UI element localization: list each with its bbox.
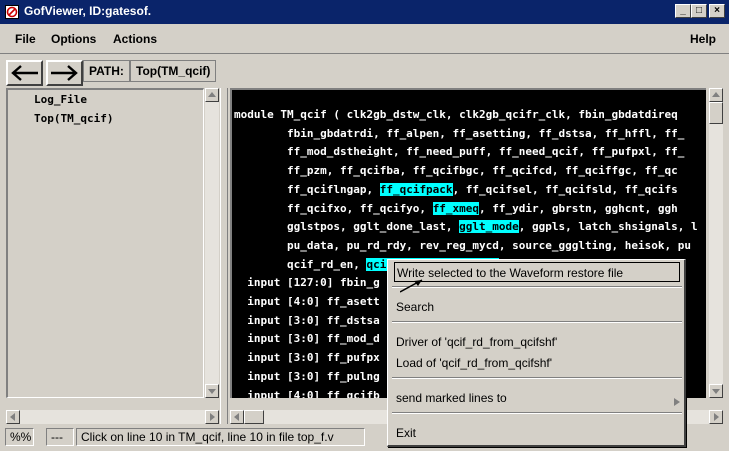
code-text[interactable]: qcif_rd_en, xyxy=(234,258,366,271)
menu-separator xyxy=(392,286,682,288)
mouse-cursor-icon xyxy=(399,278,424,297)
menu-item-driver-of[interactable]: Driver of 'qcif_rd_from_qcifshf' xyxy=(394,332,680,352)
menu-item-send-marked[interactable]: send marked lines to xyxy=(394,388,680,408)
code-text[interactable]: ff_pzm, ff_qcifba, ff_qcifbgc, ff_qcifcd… xyxy=(234,164,678,177)
scroll-down-icon[interactable] xyxy=(709,384,723,398)
highlighted-signal[interactable]: ff_qcifpack xyxy=(379,182,453,196)
code-line[interactable]: input [3:0] ff_dstsa xyxy=(234,314,379,332)
code-text[interactable]: , ff_ydir, gbrstn, gghcnt, ggh xyxy=(479,202,678,215)
back-button[interactable] xyxy=(6,60,43,86)
code-line[interactable]: input [3:0] ff_pufpx xyxy=(234,351,379,369)
scroll-thumb[interactable] xyxy=(709,102,723,124)
code-line[interactable]: pu_data, pu_rd_rdy, rev_reg_mycd, source… xyxy=(234,239,691,257)
tree-item-top[interactable]: Top(TM_qcif) xyxy=(34,112,113,125)
code-line[interactable]: input [3:0] ff_pulng xyxy=(234,370,379,388)
code-text[interactable]: ff_qcifxo, ff_qcifyo, xyxy=(234,202,433,215)
scroll-down-icon[interactable] xyxy=(205,384,219,398)
maximize-button[interactable]: □ xyxy=(691,4,707,18)
menu-file[interactable]: File xyxy=(15,32,36,46)
path-label: PATH: xyxy=(83,60,130,82)
scroll-up-icon[interactable] xyxy=(709,88,723,102)
code-line[interactable]: input [4:0] ff_qcifb xyxy=(234,389,379,399)
menu-item-search[interactable]: Search xyxy=(394,297,680,317)
scroll-right-icon[interactable] xyxy=(709,410,723,424)
code-text[interactable]: ff_mod_dstheight, ff_need_puff, ff_need_… xyxy=(234,145,684,158)
menu-separator xyxy=(392,321,682,323)
tree-item-log-file[interactable]: Log_File xyxy=(34,93,87,106)
app-logo-icon xyxy=(5,5,19,19)
pane-splitter[interactable] xyxy=(220,88,228,424)
code-line[interactable]: module TM_qcif ( clk2gb_dstw_clk, clk2gb… xyxy=(234,108,678,126)
code-line[interactable]: input [127:0] fbin_g xyxy=(234,276,379,294)
code-vertical-scrollbar[interactable] xyxy=(709,88,723,398)
menu-item-write-selected[interactable]: Write selected to the Waveform restore f… xyxy=(394,262,680,282)
minimize-button[interactable]: _ xyxy=(675,4,691,18)
menu-separator xyxy=(392,412,682,414)
menu-item-load-of[interactable]: Load of 'qcif_rd_from_qcifshf' xyxy=(394,353,680,373)
code-text[interactable]: , ggpls, latch_shsignals, l xyxy=(519,220,698,233)
close-button[interactable]: × xyxy=(709,4,725,18)
scroll-left-icon[interactable] xyxy=(6,410,20,424)
code-line[interactable]: ff_mod_dstheight, ff_need_puff, ff_need_… xyxy=(234,145,684,163)
menu-item-exit[interactable]: Exit xyxy=(394,423,680,443)
title-bar: GofViewer, ID:gatesof. _ □ × xyxy=(0,0,729,24)
code-text[interactable]: input [4:0] ff_asett xyxy=(234,295,379,308)
highlighted-signal[interactable]: gglt_mode xyxy=(459,220,519,234)
scroll-up-icon[interactable] xyxy=(205,88,219,102)
code-text[interactable]: pu_data, pu_rd_rdy, rev_reg_mycd, source… xyxy=(234,239,691,252)
code-line[interactable]: ff_qcifxo, ff_qcifyo, ff_xmeq, ff_ydir, … xyxy=(234,201,678,220)
code-line[interactable]: ff_qciflngap, ff_qcifpack, ff_qcifsel, f… xyxy=(234,182,678,201)
code-text[interactable]: ff_qciflngap, xyxy=(234,183,380,196)
code-line[interactable]: ff_pzm, ff_qcifba, ff_qcifbgc, ff_qcifcd… xyxy=(234,164,678,182)
code-text[interactable]: input [3:0] ff_pulng xyxy=(234,370,379,383)
tree-vertical-scrollbar[interactable] xyxy=(205,88,219,398)
menu-separator xyxy=(392,377,682,379)
scroll-right-icon[interactable] xyxy=(205,410,219,424)
status-dashes: --- xyxy=(46,428,74,446)
code-text[interactable]: input [3:0] ff_dstsa xyxy=(234,314,379,327)
code-line[interactable]: gglstpos, gglt_done_last, gglt_mode, ggp… xyxy=(234,220,698,238)
scroll-left-icon[interactable] xyxy=(230,410,244,424)
highlighted-signal[interactable]: ff_xmeq xyxy=(432,201,480,215)
menu-actions[interactable]: Actions xyxy=(113,32,157,46)
code-line[interactable]: input [4:0] ff_asett xyxy=(234,295,379,313)
code-line[interactable]: fbin_gbdatrdi, ff_alpen, ff_asetting, ff… xyxy=(234,127,684,145)
code-text[interactable]: , ff_qcifsel, ff_qcifsld, ff_qcifs xyxy=(453,183,678,196)
code-text[interactable]: gglstpos, gglt_done_last, xyxy=(234,220,459,233)
forward-button[interactable] xyxy=(46,60,83,86)
status-message: Click on line 10 in TM_qcif, line 10 in … xyxy=(76,428,365,446)
code-text[interactable]: input [3:0] ff_pufpx xyxy=(234,351,379,364)
code-line[interactable]: input [3:0] ff_mod_d xyxy=(234,332,379,350)
tree-horizontal-scrollbar[interactable] xyxy=(6,410,219,424)
submenu-arrow-icon xyxy=(674,395,680,409)
path-value: Top(TM_qcif) xyxy=(130,60,217,82)
context-menu: Write selected to the Waveform restore f… xyxy=(387,259,686,447)
code-text[interactable]: module TM_qcif ( clk2gb_dstw_clk, clk2gb… xyxy=(234,108,678,121)
menu-help[interactable]: Help xyxy=(690,32,716,46)
hierarchy-tree: Log_File Top(TM_qcif) xyxy=(6,88,204,398)
code-text[interactable]: input [4:0] ff_qcifb xyxy=(234,389,379,399)
status-percent: %% xyxy=(5,428,34,446)
code-text[interactable]: input [3:0] ff_mod_d xyxy=(234,332,379,345)
menu-options[interactable]: Options xyxy=(51,32,96,46)
code-text[interactable]: input [127:0] fbin_g xyxy=(234,276,379,289)
code-text[interactable]: fbin_gbdatrdi, ff_alpen, ff_asetting, ff… xyxy=(234,127,684,140)
window-title: GofViewer, ID:gatesof. xyxy=(24,4,152,18)
scroll-thumb[interactable] xyxy=(244,410,264,424)
menu-bar: File Options Actions Help xyxy=(0,24,729,54)
